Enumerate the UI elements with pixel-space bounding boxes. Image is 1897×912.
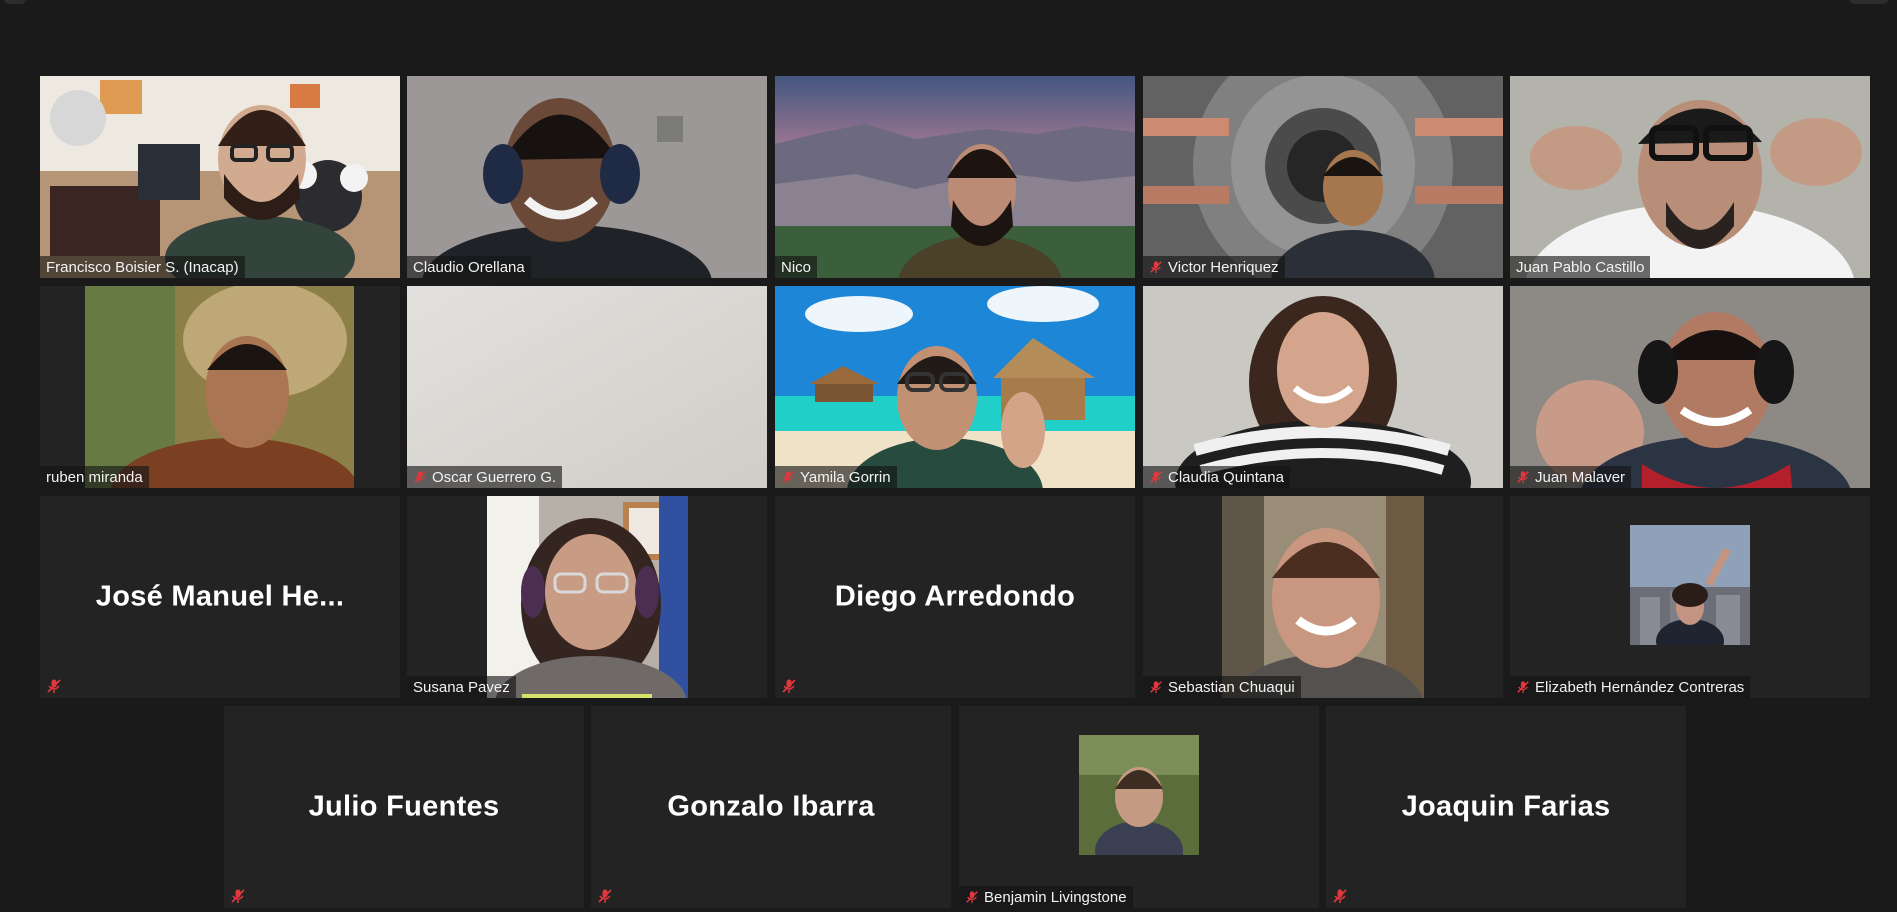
participant-tile-nico[interactable]: Nico xyxy=(775,76,1135,278)
participant-tile-joaquin[interactable]: Joaquin Farias xyxy=(1326,706,1686,908)
participant-tile-juan-pablo[interactable]: Juan Pablo Castillo xyxy=(1510,76,1870,278)
microphone-muted-icon xyxy=(47,679,61,693)
participant-video xyxy=(407,76,767,278)
participant-name: Elizabeth Hernández Contreras xyxy=(1535,678,1745,696)
participant-tile-claudio[interactable]: Claudio Orellana xyxy=(407,76,767,278)
top-left-control[interactable] xyxy=(4,0,26,4)
participant-nameplate: ruben miranda xyxy=(40,466,149,488)
participant-name-large: Julio Fuentes xyxy=(308,790,500,823)
microphone-muted-icon xyxy=(1517,471,1529,484)
participant-name-large: Joaquin Farias xyxy=(1401,790,1611,823)
participant-video xyxy=(1143,76,1503,278)
participant-nameplate: Juan Pablo Castillo xyxy=(1510,256,1651,278)
zoom-gallery-view: Francisco Boisier S. (Inacap) Claudio Or… xyxy=(0,0,1897,912)
microphone-muted-icon xyxy=(1150,471,1162,484)
participant-nameplate: Sebastian Chuaqui xyxy=(1143,676,1301,698)
participant-tile-victor[interactable]: Victor Henriquez xyxy=(1143,76,1503,278)
profile-photo xyxy=(1079,735,1199,855)
participant-tile-elizabeth[interactable]: Elizabeth Hernández Contreras xyxy=(1510,496,1870,698)
participant-nameplate: Elizabeth Hernández Contreras xyxy=(1510,676,1751,698)
participant-video xyxy=(1510,286,1870,488)
participant-name: Oscar Guerrero G. xyxy=(432,468,557,486)
microphone-muted-icon xyxy=(782,471,794,484)
participant-name: ruben miranda xyxy=(46,468,143,486)
participant-nameplate: Nico xyxy=(775,256,818,278)
participant-tile-benjamin[interactable]: Benjamin Livingstone xyxy=(959,706,1319,908)
microphone-muted-icon xyxy=(1150,261,1162,274)
participant-name: Benjamin Livingstone xyxy=(984,888,1127,906)
participant-name: Claudio Orellana xyxy=(413,258,525,276)
microphone-muted-icon xyxy=(598,889,612,903)
speaking-indicator-bar xyxy=(522,694,652,698)
profile-picture xyxy=(1630,525,1750,645)
participant-video xyxy=(407,286,767,488)
participant-name: Victor Henriquez xyxy=(1168,258,1279,276)
participant-tile-yamila[interactable]: Yamila Gorrin xyxy=(775,286,1135,488)
microphone-muted-icon xyxy=(231,889,245,903)
microphone-muted-icon xyxy=(782,679,796,693)
participant-video xyxy=(775,76,1135,278)
participant-name-large: Gonzalo Ibarra xyxy=(667,790,875,823)
participant-nameplate: Juan Malaver xyxy=(1510,466,1632,488)
participant-tile-oscar[interactable]: Oscar Guerrero G. xyxy=(407,286,767,488)
participant-name: Susana Pavez xyxy=(413,678,510,696)
microphone-muted-icon xyxy=(1517,681,1529,694)
participant-nameplate: Claudio Orellana xyxy=(407,256,531,278)
participant-video xyxy=(775,286,1135,488)
participant-name: Sebastian Chuaqui xyxy=(1168,678,1295,696)
participant-tile-claudia[interactable]: Claudia Quintana xyxy=(1143,286,1503,488)
microphone-muted-icon xyxy=(1333,889,1347,903)
participant-tile-julio[interactable]: Julio Fuentes xyxy=(224,706,584,908)
participant-tile-diego[interactable]: Diego Arredondo xyxy=(775,496,1135,698)
participant-nameplate: Claudia Quintana xyxy=(1143,466,1290,488)
participant-video xyxy=(1510,76,1870,278)
participant-name: Juan Pablo Castillo xyxy=(1516,258,1645,276)
participant-tile-susana[interactable]: Susana Pavez xyxy=(407,496,767,698)
participant-name: Juan Malaver xyxy=(1535,468,1626,486)
participant-name: Claudia Quintana xyxy=(1168,468,1284,486)
participant-tile-sebastian[interactable]: Sebastian Chuaqui xyxy=(1143,496,1503,698)
participant-tile-francisco[interactable]: Francisco Boisier S. (Inacap) xyxy=(40,76,400,278)
participant-video xyxy=(1143,286,1503,488)
participant-nameplate: Oscar Guerrero G. xyxy=(407,466,563,488)
participant-video xyxy=(85,286,354,488)
participant-nameplate: Benjamin Livingstone xyxy=(959,886,1133,908)
participant-tile-jose-manuel[interactable]: José Manuel He... xyxy=(40,496,400,698)
participant-nameplate: Susana Pavez xyxy=(407,676,516,698)
participant-name: Francisco Boisier S. (Inacap) xyxy=(46,258,239,276)
participant-tile-ruben[interactable]: ruben miranda xyxy=(40,286,400,488)
participant-tile-gonzalo[interactable]: Gonzalo Ibarra xyxy=(591,706,951,908)
participant-nameplate: Victor Henriquez xyxy=(1143,256,1285,278)
top-right-control[interactable] xyxy=(1849,0,1889,4)
participant-name: Nico xyxy=(781,258,812,276)
participant-video xyxy=(1222,496,1424,698)
profile-picture xyxy=(1079,735,1199,855)
participant-video xyxy=(487,496,688,698)
participant-name: Yamila Gorrin xyxy=(800,468,891,486)
microphone-muted-icon xyxy=(1150,681,1162,694)
participant-tile-juan-malaver[interactable]: Juan Malaver xyxy=(1510,286,1870,488)
participant-nameplate: Francisco Boisier S. (Inacap) xyxy=(40,256,245,278)
microphone-muted-icon xyxy=(414,471,426,484)
profile-photo xyxy=(1630,525,1750,645)
participant-video xyxy=(40,76,400,278)
microphone-muted-icon xyxy=(966,891,978,904)
participant-name-large: Diego Arredondo xyxy=(834,580,1076,613)
participant-name-large: José Manuel He... xyxy=(95,580,345,613)
participant-nameplate: Yamila Gorrin xyxy=(775,466,897,488)
